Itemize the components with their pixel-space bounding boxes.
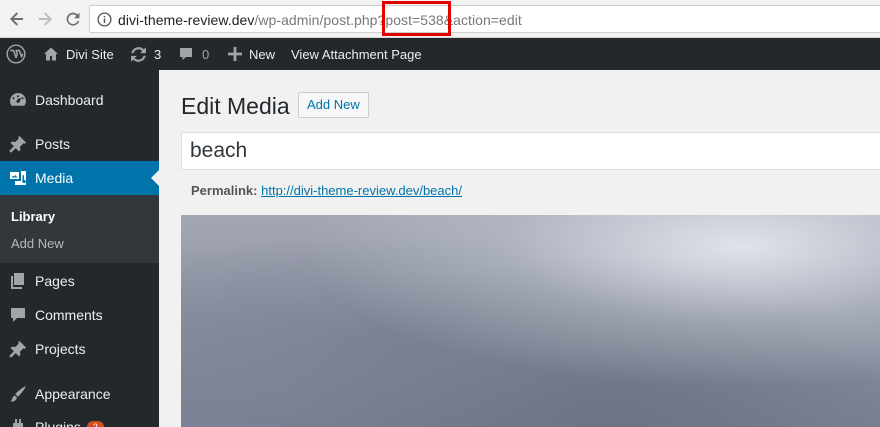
sidebar-item-label: Appearance — [35, 386, 111, 402]
sidebar-item-projects[interactable]: Projects — [0, 332, 159, 366]
view-attachment-label: View Attachment Page — [291, 46, 422, 62]
media-submenu: Library Add New — [0, 195, 159, 263]
forward-button[interactable] — [34, 8, 56, 30]
url-highlight-box — [382, 1, 451, 36]
sidebar-item-label: Comments — [35, 307, 103, 323]
reload-icon — [66, 12, 80, 26]
back-arrow-icon — [10, 12, 23, 26]
pages-icon — [10, 273, 24, 289]
page-title: Edit Media — [181, 93, 290, 119]
sidebar-item-label: Media — [35, 170, 74, 186]
permalink-link[interactable]: http://divi-theme-review.dev/beach/ — [261, 183, 462, 198]
dashboard-icon — [9, 93, 26, 106]
view-attachment-link[interactable]: View Attachment Page — [291, 38, 422, 70]
plugins-update-badge: 2 — [86, 421, 104, 427]
reload-button[interactable] — [62, 8, 84, 30]
sidebar-item-dashboard[interactable]: Dashboard — [0, 83, 159, 117]
back-button[interactable] — [6, 8, 28, 30]
address-bar[interactable]: divi-theme-review.dev/wp-admin/post.php?… — [89, 5, 880, 33]
sidebar-item-label: Projects — [35, 341, 86, 357]
site-name-label: Divi Site — [66, 46, 114, 62]
sidebar-item-plugins[interactable]: Plugins 2 — [0, 410, 159, 427]
permalink-label: Permalink: — [191, 183, 258, 198]
sidebar-item-label: Posts — [35, 136, 71, 152]
admin-bar: Divi Site 3 0 New View Attachment Page — [0, 38, 880, 70]
add-new-button[interactable]: Add New — [298, 92, 369, 118]
pushpin-icon — [8, 136, 26, 153]
home-icon — [44, 47, 58, 61]
sidebar-item-comments[interactable]: Comments — [0, 298, 159, 332]
sidebar-item-label: Pages — [35, 273, 75, 289]
sidebar-item-pages[interactable]: Pages — [0, 264, 159, 298]
site-name-link[interactable]: Divi Site — [43, 38, 114, 70]
comments-count: 0 — [202, 46, 210, 62]
sidebar-item-label: Dashboard — [35, 92, 104, 108]
updates-icon — [131, 46, 146, 62]
browser-toolbar: divi-theme-review.dev/wp-admin/post.php?… — [0, 0, 880, 38]
comment-bubble-icon — [180, 48, 192, 60]
url-host: divi-theme-review.dev — [118, 12, 255, 28]
media-icon — [9, 171, 26, 185]
sidebar-item-appearance[interactable]: Appearance — [0, 377, 159, 411]
media-image-preview — [181, 215, 880, 427]
main-content: Edit Media Add New Permalink: http://div… — [159, 70, 880, 427]
permalink-row: Permalink: http://divi-theme-review.dev/… — [191, 183, 462, 198]
paintbrush-icon — [10, 386, 26, 402]
sidebar-item-media[interactable]: Media — [0, 161, 159, 195]
wordpress-logo-icon — [6, 44, 26, 64]
updates-count: 3 — [154, 46, 162, 62]
plus-icon — [228, 47, 242, 61]
url-text: divi-theme-review.dev/wp-admin/post.php?… — [118, 12, 522, 28]
sidebar-item-posts[interactable]: Posts — [0, 127, 159, 161]
admin-sidebar: Dashboard Posts Media Library Add New Pa… — [0, 70, 159, 427]
sidebar-item-label: Plugins — [35, 419, 81, 427]
wordpress-logo-button[interactable] — [6, 38, 26, 70]
plugin-icon — [12, 419, 23, 427]
comment-bubble-icon — [10, 308, 25, 322]
submenu-item-add-new[interactable]: Add New — [11, 236, 64, 251]
forward-arrow-icon — [39, 12, 52, 26]
updates-link[interactable]: 3 — [130, 38, 161, 70]
submenu-item-library[interactable]: Library — [11, 209, 55, 224]
new-content-link[interactable]: New — [228, 38, 275, 70]
comments-link[interactable]: 0 — [178, 38, 209, 70]
new-label: New — [249, 46, 276, 62]
title-input[interactable] — [181, 132, 880, 170]
pushpin-icon — [8, 341, 26, 358]
info-icon — [97, 12, 112, 27]
